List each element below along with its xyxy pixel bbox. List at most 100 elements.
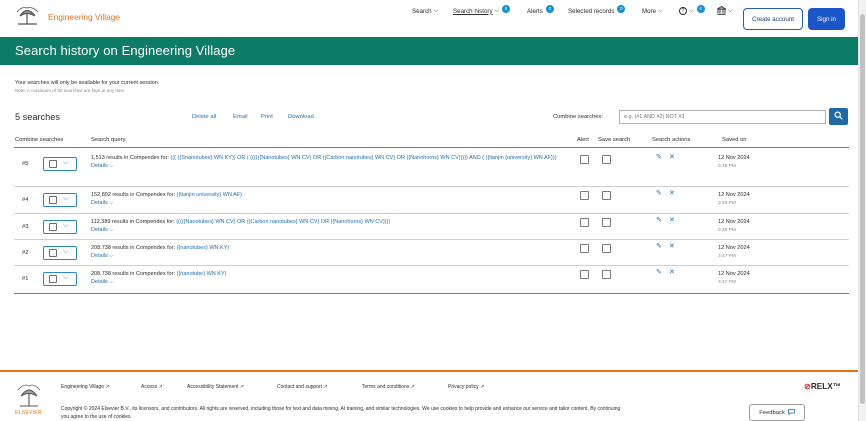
relx-logo[interactable]: ⊘RELX™ (804, 381, 841, 391)
row-divider (14, 213, 849, 214)
delete-x-icon[interactable]: ✕ (669, 268, 675, 276)
save-search-checkbox[interactable] (602, 270, 611, 279)
combine-select[interactable]: ⌵ (43, 157, 77, 171)
print-link[interactable]: Print (261, 114, 273, 120)
scrollbar-thumb[interactable] (860, 14, 865, 404)
alert-checkbox[interactable] (580, 244, 589, 253)
query-link[interactable]: ({tianjin university} WN AF) (177, 192, 242, 198)
search-query: 208,738 results in Compendex for: ({nano… (91, 244, 566, 260)
footer-link-engineering-village[interactable]: Engineering Village ↗ (61, 384, 110, 390)
saved-date: 12 Nov 2024 (718, 192, 750, 198)
nav-more[interactable]: More ⌵ (642, 0, 663, 22)
combine-checkbox[interactable] (49, 160, 57, 168)
delete-x-icon[interactable]: ✕ (669, 189, 675, 197)
combine-search-button[interactable] (829, 108, 848, 125)
edit-pencil-icon[interactable]: ✎ (656, 268, 662, 276)
chevron-down-icon[interactable]: ⌵ (63, 274, 68, 282)
edit-pencil-icon[interactable]: ✎ (656, 189, 662, 197)
footer-link-contact[interactable]: Contact and support ↗ (277, 384, 328, 390)
edit-pencil-icon[interactable]: ✎ (656, 153, 662, 161)
search-number: #2 (22, 250, 29, 256)
combine-select[interactable]: ⌵ (43, 193, 77, 207)
details-toggle[interactable]: Details ⌵ (91, 278, 566, 286)
footer-link-access[interactable]: Access ↗ (141, 384, 163, 390)
elsevier-tree-logo[interactable] (14, 4, 41, 28)
combine-select[interactable]: ⌵ (43, 220, 77, 234)
details-toggle[interactable]: Details ⌵ (91, 226, 566, 234)
footer-link-terms[interactable]: Terms and conditions ↗ (362, 384, 415, 390)
max-searches-note: Note: A maximum of 50 searches are kept … (15, 88, 126, 93)
combine-checkbox[interactable] (49, 275, 57, 283)
combine-select[interactable]: ⌵ (43, 272, 77, 286)
search-count: 5 searches (15, 112, 60, 122)
delete-x-icon[interactable]: ✕ (669, 242, 675, 250)
table-header-divider (14, 147, 849, 148)
chevron-down-icon[interactable]: ⌵ (63, 159, 68, 167)
saved-date: 12 Nov 2024 (718, 155, 750, 161)
nav-help[interactable]: ? ⌵ 4 (679, 0, 705, 22)
save-search-checkbox[interactable] (602, 244, 611, 253)
nav-search-history[interactable]: Search history ⌵ 5 (453, 0, 511, 22)
chevron-down-icon[interactable]: ⌵ (63, 195, 68, 203)
feedback-button[interactable]: Feedback (749, 404, 805, 421)
col-search-actions: Search actions (652, 137, 691, 143)
nav-search[interactable]: Search ⌵ (412, 0, 438, 22)
edit-pencil-icon[interactable]: ✎ (656, 242, 662, 250)
download-link[interactable]: Download (288, 114, 314, 120)
save-search-checkbox[interactable] (602, 218, 611, 227)
save-search-checkbox[interactable] (602, 191, 611, 200)
brand-title[interactable]: Engineering Village (48, 12, 120, 22)
nav-alerts[interactable]: Alerts 0 (527, 0, 554, 22)
chevron-down-icon: ⌵ (433, 7, 439, 14)
query-link[interactable]: ({nanotubes} WN KY) (177, 245, 230, 251)
combine-select[interactable]: ⌵ (43, 246, 77, 260)
row-divider (14, 265, 849, 266)
institution-icon (715, 5, 728, 17)
edit-pencil-icon[interactable]: ✎ (656, 216, 662, 224)
search-number: #3 (22, 224, 29, 230)
details-toggle[interactable]: Details ⌵ (91, 199, 566, 207)
saved-time: 3:49 PM (718, 163, 736, 169)
nav-alerts-label: Alerts (527, 7, 543, 15)
combine-searches-input[interactable] (619, 110, 826, 124)
saved-time: 3:47 PM (718, 279, 736, 285)
alert-checkbox[interactable] (580, 191, 589, 200)
alert-checkbox[interactable] (580, 155, 589, 164)
details-toggle[interactable]: Details ⌵ (91, 162, 566, 170)
query-link[interactable]: ((( ({Snanotubes} WN KY)) OR ( ((((({Nan… (171, 155, 557, 161)
nav-selected-records[interactable]: Selected records 0 (568, 0, 626, 22)
elsevier-footer-logo[interactable]: ELSEVIER (15, 381, 43, 417)
search-history-count-badge: 5 (502, 4, 511, 13)
feedback-label: Feedback (759, 409, 785, 416)
chevron-down-icon[interactable]: ⌵ (63, 222, 68, 230)
saved-on: 12 Nov 2024 3:49 PM (718, 192, 750, 207)
combine-checkbox[interactable] (49, 249, 57, 257)
combine-checkbox[interactable] (49, 196, 57, 204)
delete-x-icon[interactable]: ✕ (669, 216, 675, 224)
query-link[interactable]: (((({Nanotubes} WN CV) OR ({Carbon nanot… (176, 219, 390, 225)
alert-checkbox[interactable] (580, 270, 589, 279)
col-saved-on: Saved on (722, 137, 747, 143)
result-count-text: 152,802 results in Compendex for: (91, 192, 177, 198)
delete-x-icon[interactable]: ✕ (669, 153, 675, 161)
nav-search-history-label: Search history (453, 7, 493, 15)
create-account-button[interactable]: Create account (743, 8, 803, 30)
save-search-checkbox[interactable] (602, 155, 611, 164)
delete-all-link[interactable]: Delete all (192, 114, 216, 120)
query-link[interactable]: ({nanotube} WN KY) (177, 271, 227, 277)
elsevier-wordmark: ELSEVIER (15, 410, 42, 416)
footer-link-accessibility[interactable]: Accessibility Statement ↗ (187, 384, 244, 390)
chevron-down-icon: ⌵ (728, 7, 733, 14)
sign-in-button[interactable]: Sign in (808, 8, 845, 30)
chevron-down-icon[interactable]: ⌵ (63, 248, 68, 256)
details-toggle[interactable]: Details ⌵ (91, 252, 566, 260)
saved-time: 3:48 PM (718, 227, 736, 233)
email-link[interactable]: Email (233, 114, 248, 120)
search-query: 112,389 results in Compendex for: (((({N… (91, 218, 566, 234)
institution-menu[interactable]: ⌵ (715, 0, 733, 22)
combine-checkbox[interactable] (49, 223, 57, 231)
alert-checkbox[interactable] (580, 218, 589, 227)
search-number: #4 (22, 197, 29, 203)
row-divider (14, 239, 849, 240)
footer-link-privacy[interactable]: Privacy policy ↗ (448, 384, 484, 390)
